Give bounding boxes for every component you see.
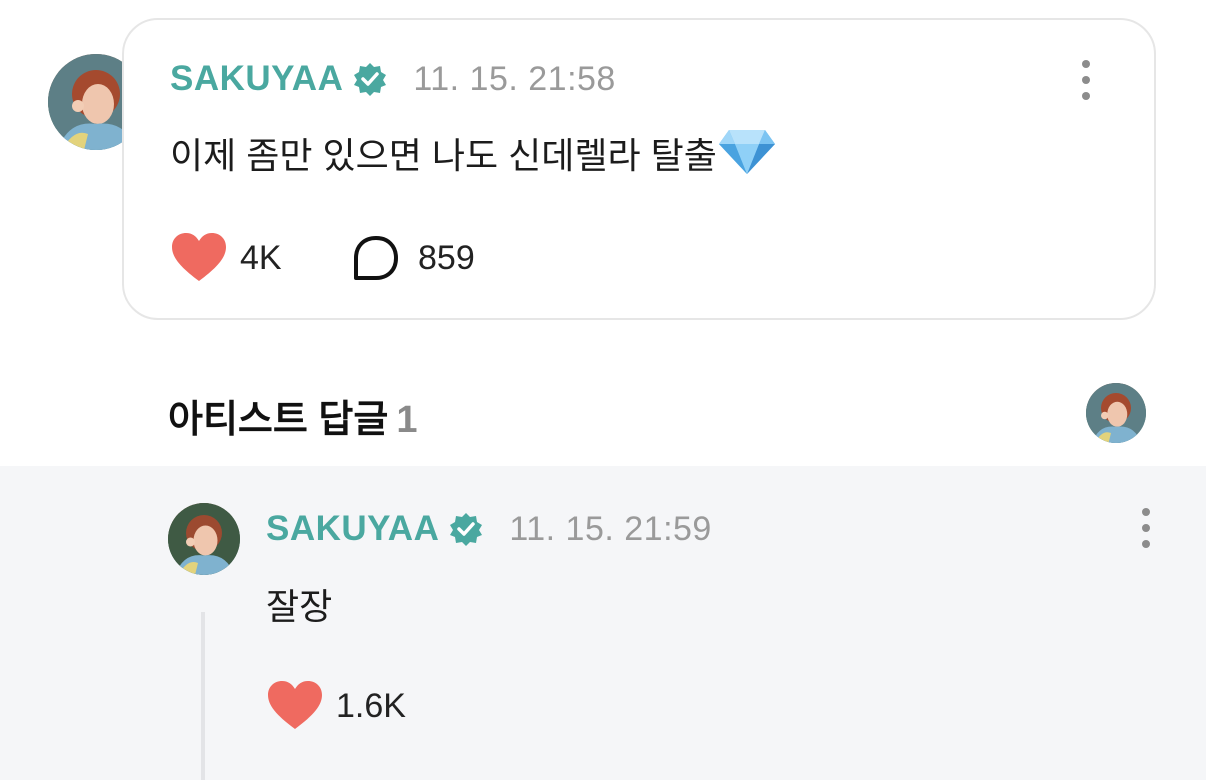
reply-author-name[interactable]: SAKUYAA [266, 509, 439, 549]
reply-meta: SAKUYAA 11. 15. 21:59 [266, 508, 712, 550]
post-meta: SAKUYAA 11. 15. 21:58 [170, 58, 616, 100]
post-like-action[interactable]: 4K [172, 232, 282, 284]
reply-text: 잘장 [266, 586, 333, 627]
post-like-count: 4K [240, 238, 282, 277]
post-timestamp: 11. 15. 21:58 [413, 59, 616, 98]
artist-replies-avatar[interactable] [1086, 383, 1146, 443]
post-text: 이제 좀만 있으면 나도 신데렐라 탈출 [170, 135, 717, 176]
verified-badge-icon [450, 513, 483, 546]
post-comment-count: 859 [418, 238, 475, 277]
artist-replies-title: 아티스트 답글 [168, 399, 389, 441]
reply-timestamp: 11. 15. 21:59 [509, 509, 712, 548]
page: SAKUYAA 11. 15. 21:58 이제 좀만 있으면 나도 신데렐라 … [0, 0, 1206, 780]
artist-replies-count: 1 [396, 399, 418, 441]
verified-badge-icon [354, 63, 387, 96]
artist-replies-header: 아티스트 답글 1 [168, 388, 417, 443]
comment-bubble-icon [354, 236, 398, 280]
reply-like-count: 1.6K [336, 686, 406, 725]
post-author-name[interactable]: SAKUYAA [170, 59, 343, 99]
reply-author-avatar[interactable] [168, 503, 240, 575]
thread-line [201, 612, 205, 780]
reply-like-action[interactable]: 1.6K [268, 680, 406, 732]
post-body: 이제 좀만 있으면 나도 신데렐라 탈출 [170, 126, 775, 179]
heart-icon [172, 233, 226, 281]
reply-more-options-icon[interactable] [1136, 508, 1156, 548]
post-more-options-icon[interactable] [1076, 60, 1096, 100]
post-comment-action[interactable]: 859 [352, 232, 475, 284]
gem-emoji-icon [718, 130, 775, 174]
heart-icon [268, 681, 322, 729]
